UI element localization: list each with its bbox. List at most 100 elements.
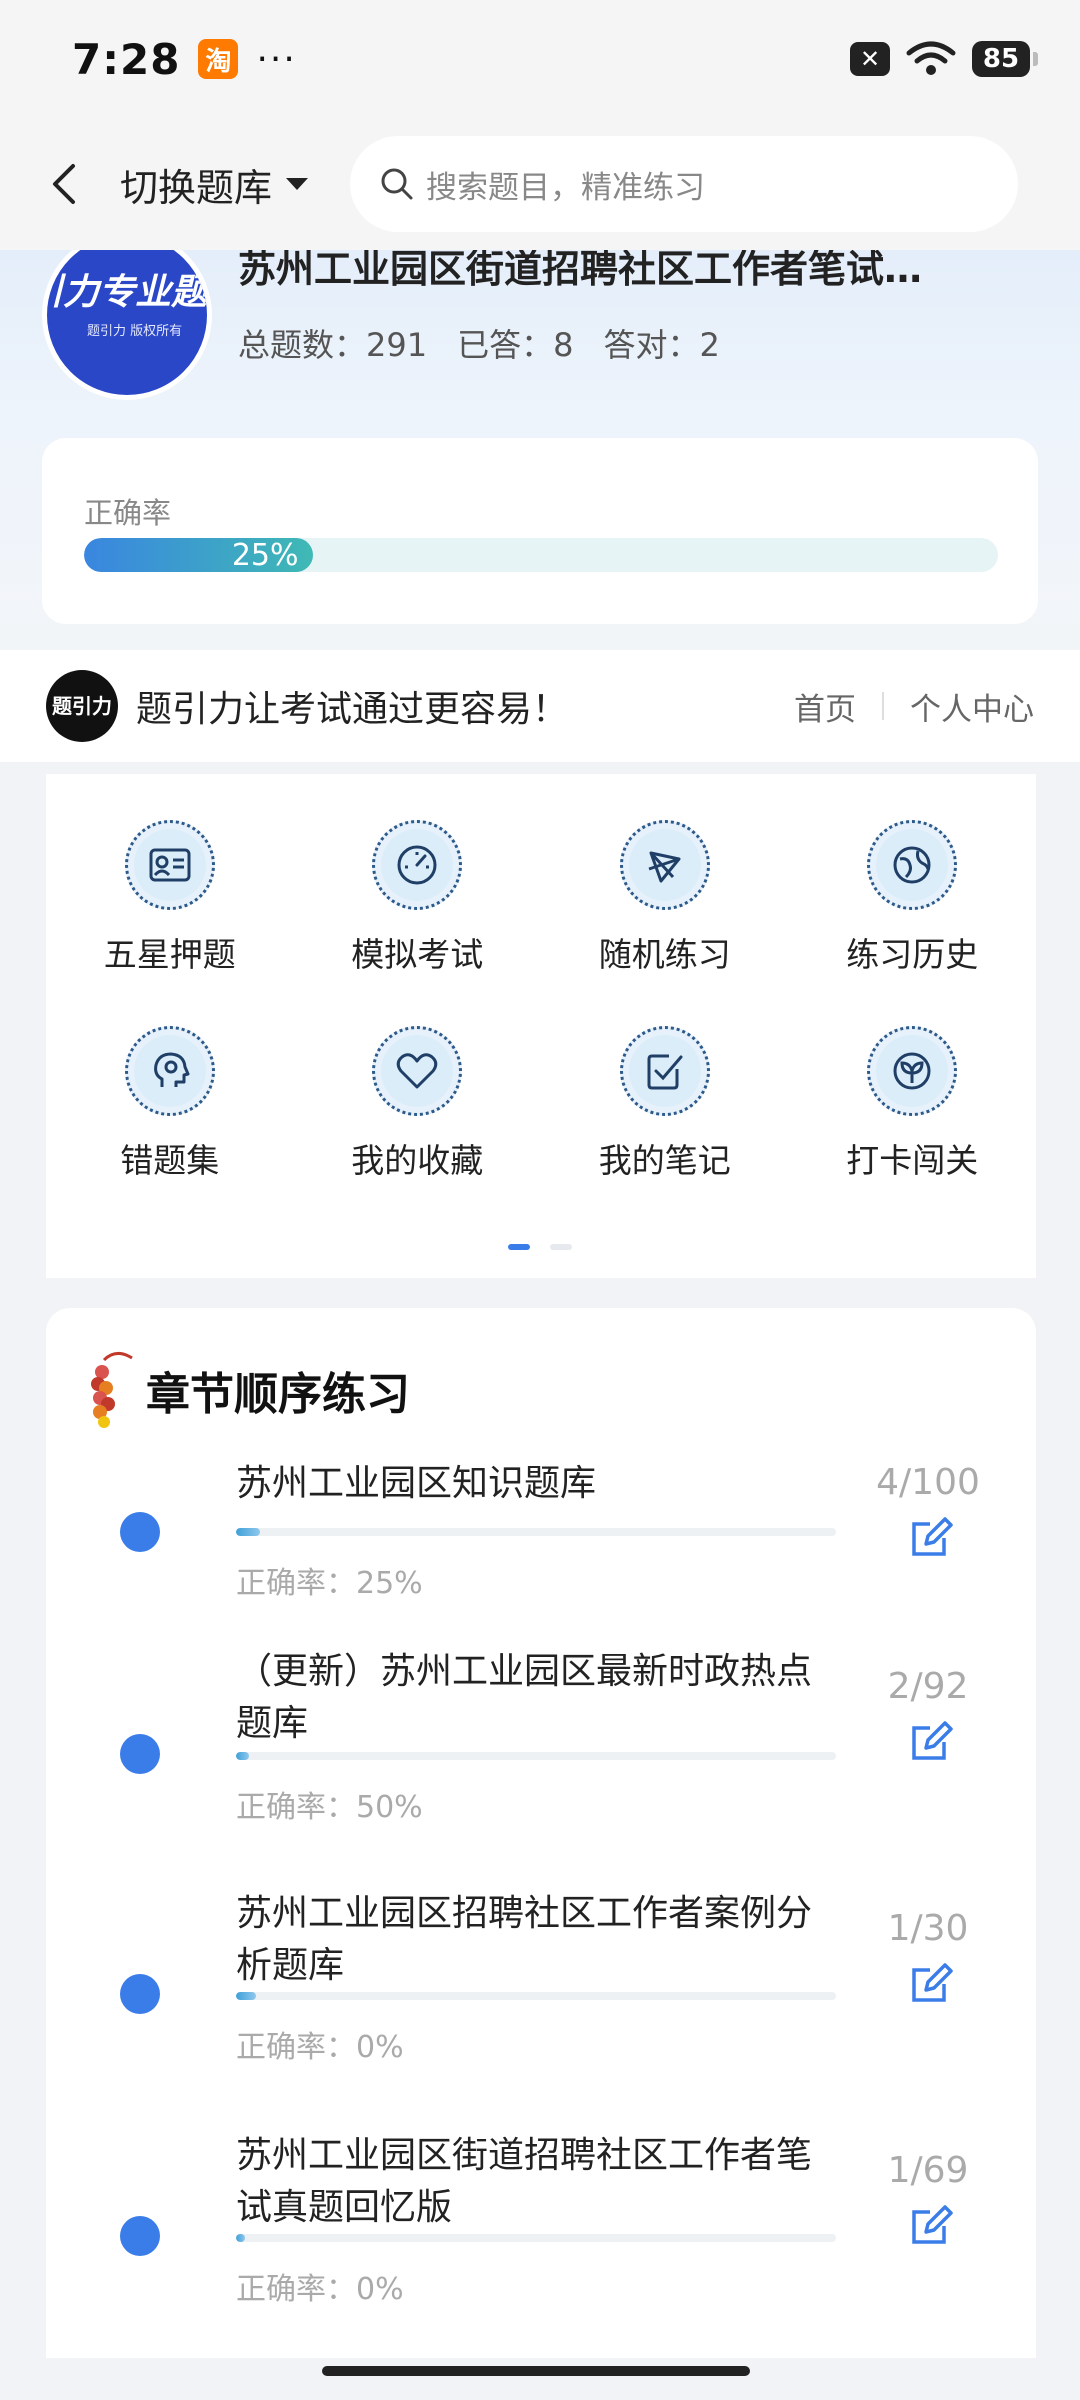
personal-center-link[interactable]: 个人中心 (910, 684, 1034, 729)
chapter-bullet (120, 1512, 160, 1552)
chapter-progress-bar (236, 1752, 836, 1760)
chapter-practice-card: 章节顺序练习 苏州工业园区知识题库 正确率：25% 4/100 （更新）苏州工业… (46, 1308, 1036, 2358)
bank-logo-subtext: 题引力 版权所有 (87, 324, 183, 339)
page-dot (550, 1244, 572, 1250)
feature-check-in[interactable]: 打卡闯关 (789, 1026, 1037, 1182)
note-check-icon (619, 1026, 710, 1116)
feature-grid: 五星押题 模拟考试 随机练习 练习历史 错题集 我的收藏 我的笔记 打卡闯关 (46, 820, 1036, 1182)
caret-down-icon (286, 178, 309, 190)
chapter-item[interactable]: 苏州工业园区街道招聘社区工作者笔试真题回忆版 正确率：0% 1/69 (46, 2135, 1036, 2324)
feature-my-notes[interactable]: 我的笔记 (541, 1026, 789, 1182)
chapter-bullet (120, 2216, 160, 2256)
edit-icon[interactable] (908, 1960, 954, 2006)
back-button[interactable] (44, 154, 84, 214)
edit-icon[interactable] (908, 1718, 954, 1764)
home-indicator[interactable] (322, 2366, 750, 2376)
bank-header: 引力专业题 题引力 版权所有 苏州工业园区街道招聘社区工作者笔试… 总题数：29… (0, 230, 1080, 670)
search-placeholder: 搜索题目，精准练习 (426, 169, 706, 206)
bank-logo-text: 引力专业题 (42, 272, 208, 313)
chapter-item[interactable]: （更新）苏州工业园区最新时政热点题库 正确率：50% 2/92 (46, 1651, 1036, 1842)
id-card-icon (124, 820, 215, 910)
sim-off-icon: ✕ (850, 42, 890, 76)
stat-total: 总题数：291 (238, 326, 428, 364)
feature-favorites[interactable]: 我的收藏 (294, 1026, 542, 1182)
shuffle-icon (619, 820, 710, 910)
feature-mock-exam[interactable]: 模拟考试 (294, 820, 542, 976)
chapter-progress-fill (236, 1752, 250, 1760)
bank-stats: 总题数：291 已答：8 答对：2 (238, 320, 720, 366)
more-notifications-icon: ··· (256, 38, 297, 80)
search-icon (381, 168, 413, 200)
chapter-count: 1/69 (887, 2150, 969, 2191)
accuracy-progress-bar: 25% (84, 538, 998, 572)
firecracker-icon (91, 1352, 133, 1428)
chapter-name: 苏州工业园区街道招聘社区工作者笔试真题回忆版 (236, 2135, 813, 2228)
chapter-progress-fill (236, 2234, 245, 2242)
page-indicator (508, 1244, 572, 1250)
switch-bank-label: 切换题库 (120, 165, 273, 210)
brand-links: 首页 个人中心 (794, 684, 1034, 729)
status-time: 7:28 (72, 34, 181, 84)
switch-bank-button[interactable]: 切换题库 (120, 157, 310, 212)
brand-slogan: 题引力让考试通过更容易！ (136, 689, 569, 730)
chapter-accuracy: 正确率：0% (236, 2030, 404, 2065)
accuracy-value: 25% (231, 538, 299, 572)
sprout-icon (867, 1026, 958, 1116)
chapter-count: 1/30 (887, 1908, 969, 1949)
chapter-progress-fill (236, 1992, 256, 2000)
chapter-accuracy: 正确率：50% (236, 1790, 423, 1825)
chapter-name: （更新）苏州工业园区最新时政热点题库 (236, 1651, 813, 1744)
feature-label: 我的笔记 (598, 1141, 731, 1180)
feature-practice-history[interactable]: 练习历史 (789, 820, 1037, 976)
feature-label: 错题集 (120, 1141, 220, 1180)
chapter-bullet (120, 1734, 160, 1774)
chapter-progress-fill (236, 1528, 260, 1536)
chapter-header: 章节顺序练习 (86, 1348, 410, 1432)
feature-label: 五星押题 (103, 935, 236, 974)
chapter-progress-bar (236, 1528, 836, 1536)
status-bar: 7:28 淘 ··· ✕ 85 (0, 0, 1080, 118)
accuracy-card: 正确率 25% (42, 438, 1038, 624)
chapter-name: 苏州工业园区招聘社区工作者案例分析题库 (236, 1893, 813, 1986)
chevron-left-icon (53, 164, 75, 204)
accuracy-progress-fill: 25% (84, 538, 313, 572)
divider (882, 692, 884, 720)
feature-label: 我的收藏 (351, 1141, 484, 1180)
globe-icon (867, 820, 958, 910)
page-dot-active (508, 1244, 530, 1250)
feature-label: 打卡闯关 (846, 1141, 979, 1180)
battery-indicator: 85 (972, 41, 1038, 77)
chapter-accuracy: 正确率：25% (236, 1566, 423, 1601)
feature-label: 模拟考试 (351, 935, 484, 974)
head-icon (124, 1026, 215, 1116)
search-input[interactable]: 搜索题目，精准练习 (350, 136, 1019, 232)
top-nav: 切换题库 搜索题目，精准练习 (0, 118, 1080, 250)
chapter-bullet (120, 1974, 160, 2014)
feature-five-star[interactable]: 五星押题 (46, 820, 294, 976)
brand-bar: 题引力 题引力让考试通过更容易！ 首页 个人中心 (0, 650, 1080, 762)
feature-label: 练习历史 (846, 935, 979, 974)
chapter-item[interactable]: 苏州工业园区招聘社区工作者案例分析题库 正确率：0% 1/30 (46, 1893, 1036, 2082)
edit-icon[interactable] (908, 1514, 954, 1560)
bank-logo: 引力专业题 题引力 版权所有 (42, 230, 212, 400)
chapter-name: 苏州工业园区知识题库 (236, 1463, 597, 1504)
feature-wrong-answers[interactable]: 错题集 (46, 1026, 294, 1182)
chapter-accuracy: 正确率：0% (236, 2272, 404, 2307)
chapter-item[interactable]: 苏州工业园区知识题库 正确率：25% 4/100 (46, 1458, 1036, 1618)
stat-answered: 已答：8 (457, 326, 574, 364)
stat-correct: 答对：2 (603, 326, 720, 364)
edit-icon[interactable] (908, 2202, 954, 2248)
wifi-icon (906, 41, 956, 75)
chapter-progress-bar (236, 1992, 836, 2000)
chapter-count: 4/100 (876, 1462, 980, 1503)
chapter-title: 章节顺序练习 (146, 1369, 410, 1420)
feature-label: 随机练习 (598, 935, 731, 974)
accuracy-label: 正确率 (84, 496, 172, 530)
feature-grid-card: 五星押题 模拟考试 随机练习 练习历史 错题集 我的收藏 我的笔记 打卡闯关 (46, 774, 1036, 1278)
heart-icon (372, 1026, 463, 1116)
speedometer-icon (372, 820, 463, 910)
chapter-progress-bar (236, 2234, 836, 2242)
feature-random-practice[interactable]: 随机练习 (541, 820, 789, 976)
home-link[interactable]: 首页 (794, 684, 856, 729)
chapter-count: 2/92 (887, 1666, 969, 1707)
